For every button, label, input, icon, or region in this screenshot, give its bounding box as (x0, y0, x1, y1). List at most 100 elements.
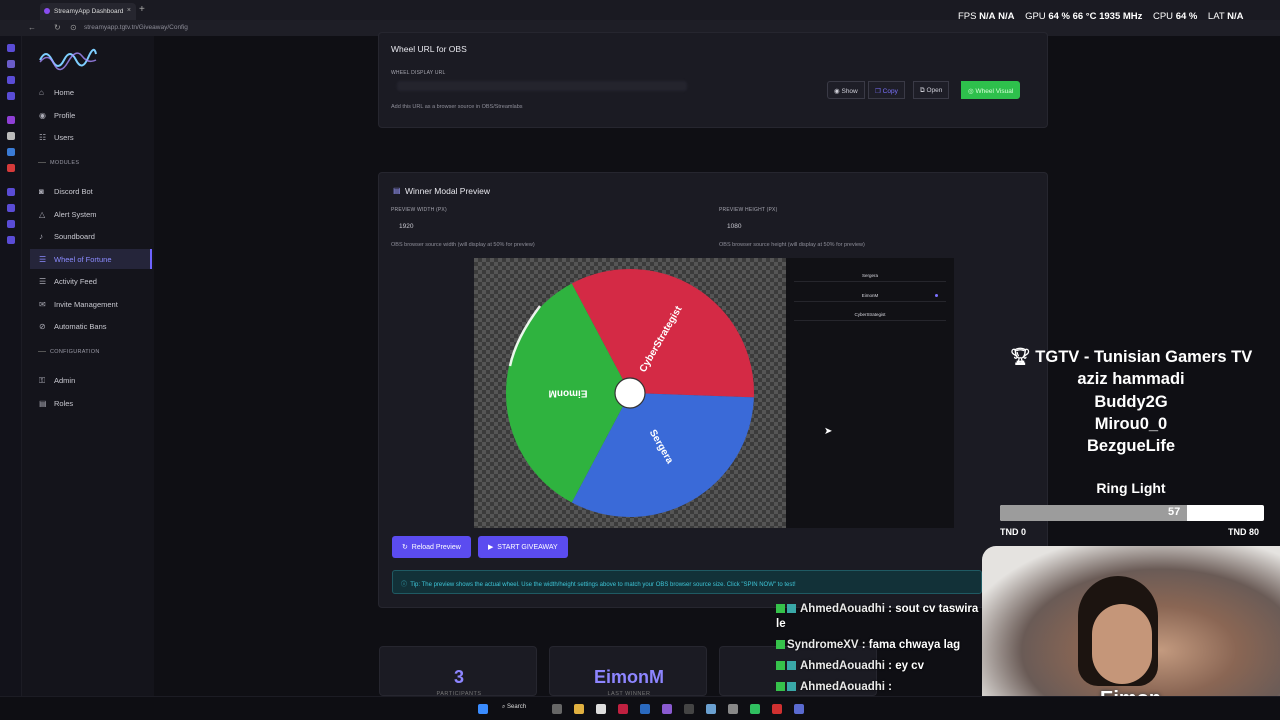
participants-stat: 3 PARTICIPANTS (379, 646, 537, 697)
sidebar-item-wheel-of-fortune[interactable]: ☰ Wheel of Fortune (30, 248, 152, 269)
sidebar-item-soundboard[interactable]: ♪ Soundboard (30, 226, 152, 246)
site-info-icon[interactable]: ⊙ (70, 23, 77, 32)
back-icon[interactable]: ← (28, 23, 36, 32)
app-icon[interactable] (772, 704, 782, 714)
sidebar-item-label: Invite Management (54, 299, 118, 309)
donor-entry: Mirou0_0 (1094, 414, 1168, 433)
panel-icon[interactable] (7, 92, 15, 100)
discord-icon: ◙ (39, 187, 44, 196)
app-icon[interactable] (794, 704, 804, 714)
chat-badge-icon (787, 682, 796, 692)
chat-badge-icon (776, 604, 785, 614)
sidebar-item-roles[interactable]: ▤ Roles (30, 393, 152, 413)
app-icon[interactable] (596, 704, 606, 714)
copy-icon: ❐ (875, 88, 881, 95)
task-view-icon[interactable] (552, 704, 562, 714)
tab-favicon-icon (44, 8, 50, 14)
users-icon: ☷ (39, 133, 47, 142)
url-text[interactable]: streamyapp.tgtv.tn/Giveaway/Config (84, 24, 188, 31)
participant-list-item: Sergera (794, 270, 946, 282)
wheel-preview-area: CyberStrategist Sergera EimonM (474, 258, 786, 528)
app-icon[interactable] (662, 704, 672, 714)
show-button[interactable]: ◉ Show (827, 81, 865, 99)
reload-icon[interactable]: ↻ (54, 23, 61, 32)
width-input[interactable]: 1920 (399, 223, 413, 230)
sidebar-item-invite-management[interactable]: ✉ Invite Management (30, 294, 152, 314)
taskbar-search[interactable]: ⌕ Search (502, 704, 526, 711)
panel-icon[interactable] (7, 204, 15, 212)
panel-icon[interactable] (7, 164, 15, 172)
sidebar-item-alert-system[interactable]: △ Alert System (30, 204, 152, 224)
webcam-face (1092, 604, 1152, 684)
key-icon: ⚿ (39, 376, 46, 385)
last-winner-stat: EimonM LAST WINNER (549, 646, 707, 697)
panel-icon[interactable] (7, 132, 15, 140)
app-icon[interactable] (728, 704, 738, 714)
panel-icon[interactable] (7, 44, 15, 52)
file-explorer-icon[interactable] (574, 704, 584, 714)
new-tab-icon[interactable]: + (139, 4, 145, 15)
panel-icon[interactable] (7, 116, 15, 124)
fortune-wheel[interactable]: CyberStrategistSergeraEimonM (474, 258, 786, 528)
panel-icon[interactable] (7, 76, 15, 84)
sidebar-item-users[interactable]: ☷ Users (30, 127, 152, 147)
eye-icon: ◉ (834, 88, 840, 95)
open-button[interactable]: ⧉ Open (913, 81, 950, 99)
app-sidebar: ⌂ Home ◉ Profile ☷ Users MODULES ◙ Discord Bot △ A… (22, 36, 154, 696)
app-icon[interactable] (684, 704, 694, 714)
open-label: Open (926, 87, 943, 94)
app-icon[interactable] (640, 704, 650, 714)
chat-text: : ey cv (888, 660, 924, 672)
donor-entry: 🏆︎ TGTV - Tunisian Gamers TV (996, 346, 1266, 368)
donor-entry: BezgueLife (1086, 437, 1175, 456)
wheel-url-field[interactable] (397, 81, 687, 91)
panel-icon[interactable] (7, 188, 15, 196)
chat-badge-icon (776, 661, 785, 671)
goal-min: TND 0 (1000, 527, 1027, 537)
wheel-visual-label: Wheel Visual (975, 88, 1014, 95)
chat-message: AhmedAouadhi : sout cv taswira le (776, 602, 986, 632)
sidebar-item-activity-feed[interactable]: ☰ Activity Feed (30, 271, 152, 291)
user-icon: ◉ (39, 110, 46, 120)
selected-dot-icon (935, 293, 938, 297)
height-input[interactable]: 1080 (727, 223, 741, 230)
participant-list-item: EimonM (794, 290, 946, 302)
tip-text: Tip: The preview shows the actual wheel.… (410, 582, 796, 588)
sidebar-item-admin[interactable]: ⚿ Admin (30, 370, 152, 390)
sidebar-item-discord-bot[interactable]: ◙ Discord Bot (30, 181, 152, 201)
browser-tab[interactable]: StreamyApp Dashboard × (40, 3, 136, 20)
panel-icon[interactable] (7, 148, 15, 156)
sidebar-item-label: Activity Feed (54, 277, 97, 286)
os-taskbar: ⌕ Search (0, 696, 1280, 720)
app-icon[interactable] (706, 704, 716, 714)
wheel-visual-button[interactable]: ◎ Wheel Visual (961, 81, 1021, 99)
app-icon[interactable] (618, 704, 628, 714)
configuration-heading: CONFIGURATION (38, 349, 100, 355)
chat-username: AhmedAouadhi (800, 660, 889, 672)
height-label: PREVIEW HEIGHT (PX) (719, 207, 778, 213)
refresh-icon: ↻ (402, 544, 408, 551)
goal-max: TND 80 (1228, 527, 1260, 537)
card-title: Wheel URL for OBS (391, 44, 467, 54)
reload-preview-button[interactable]: ↻ Reload Preview (392, 536, 471, 558)
tab-close-icon[interactable]: × (127, 7, 131, 14)
chat-text: : fama chwaya lag (861, 639, 961, 651)
copy-button[interactable]: ❐ Copy (868, 81, 905, 99)
configuration-heading-label: CONFIGURATION (50, 349, 100, 355)
start-giveaway-button[interactable]: ▶ START GIVEAWAY (478, 536, 568, 558)
wheel-center-hub[interactable] (614, 377, 646, 409)
home-icon: ⌂ (39, 88, 44, 97)
participants-count: 3 (453, 667, 464, 687)
start-menu-icon[interactable] (478, 704, 488, 714)
spotify-icon[interactable] (750, 704, 760, 714)
sidebar-item-label: Roles (54, 398, 74, 408)
panel-icon[interactable] (7, 236, 15, 244)
sidebar-item-label: Discord Bot (54, 187, 93, 196)
sidebar-item-home[interactable]: ⌂ Home (30, 82, 152, 102)
sidebar-item-automatic-bans[interactable]: ⊘ Automatic Bans (30, 316, 152, 336)
panel-icon[interactable] (7, 220, 15, 228)
sidebar-item-profile[interactable]: ◉ Profile (30, 105, 152, 125)
trophy-icon: 🏆︎ (1009, 348, 1031, 366)
chat-text: : (888, 681, 893, 693)
panel-icon[interactable] (7, 60, 15, 68)
